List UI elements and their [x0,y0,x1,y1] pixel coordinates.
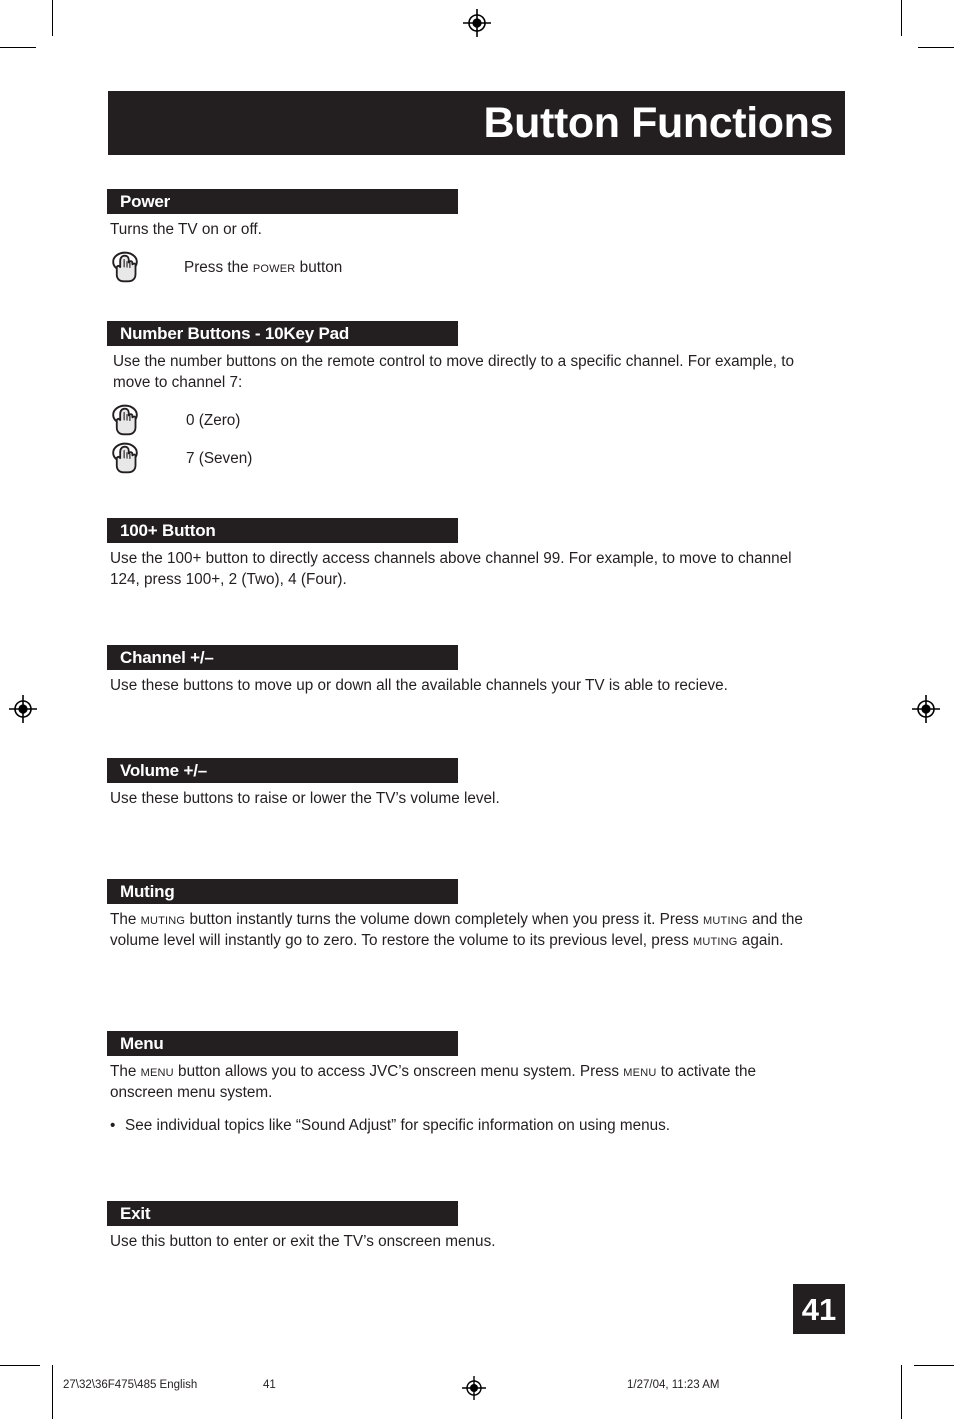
page-title: Button Functions [483,98,834,147]
press-row-seven: 7 (Seven) [110,439,954,477]
section-header-muting: Muting [107,879,458,904]
press-row-zero: 0 (Zero) [110,401,954,439]
page-number: 41 [801,1291,837,1327]
hand-press-icon [110,403,154,438]
section-body-power: Turns the TV on or off. [110,221,262,238]
section-number-buttons: Number Buttons - 10Key Pad Use the numbe… [0,321,954,477]
section-heading-label: Muting [120,882,175,901]
muting-keyword: Muting [703,911,748,928]
menu-keyword: Menu [623,1063,657,1080]
press-zero-label: 0 (Zero) [186,411,241,429]
section-menu: Menu The Menu button allows you to acces… [0,1031,954,1136]
section-heading-label: Channel +/– [120,648,214,667]
power-keyword: Power [252,258,296,276]
section-heading-label: Menu [120,1034,164,1053]
section-header-volume: Volume +/– [107,758,458,783]
muting-keyword: Muting [692,932,738,949]
manual-page: Button Functions Power Turns the TV on o… [0,0,954,1419]
section-exit: Exit Use this button to enter or exit th… [0,1201,954,1252]
section-power: Power Turns the TV on or off. Press the … [0,189,954,286]
page-title-banner: Button Functions [108,91,845,155]
section-hundred-plus-button: 100+ Button Use the 100+ button to direc… [0,518,954,590]
menu-bullet-text: See individual topics like “Sound Adjust… [125,1117,671,1134]
section-body-exit: Use this button to enter or exit the TV’… [110,1233,496,1250]
section-header-exit: Exit [107,1201,458,1226]
press-power-label: Press the Power button [184,258,343,276]
section-body-channel: Use these buttons to move up or down all… [110,677,728,694]
section-body-volume: Use these buttons to raise or lower the … [110,790,500,807]
section-header-hundred-plus: 100+ Button [107,518,458,543]
section-muting: Muting The Muting button instantly turns… [0,879,954,951]
section-heading-label: 100+ Button [120,521,216,540]
section-volume-plus-minus: Volume +/– Use these buttons to raise or… [0,758,954,809]
section-heading-label: Number Buttons - 10Key Pad [120,324,350,343]
footer-timestamp: 1/27/04, 11:23 AM [627,1379,720,1391]
hand-press-icon [110,250,154,285]
bullet-marker-icon: • [110,1117,116,1134]
menu-keyword: Menu [140,1063,174,1080]
page-number-badge: 41 [793,1284,845,1334]
section-body-number-buttons: Use the number buttons on the remote con… [113,353,795,391]
hand-press-icon [110,441,154,476]
section-heading-label: Exit [120,1204,151,1223]
section-header-channel: Channel +/– [107,645,458,670]
press-row-power: Press the Power button [110,248,954,286]
press-seven-label: 7 (Seven) [186,449,253,467]
section-body-hundred-plus: Use the 100+ button to directly access c… [110,550,792,588]
section-header-menu: Menu [107,1031,458,1056]
menu-bullet-item: • See individual topics like “Sound Adju… [110,1115,820,1136]
page-footer: 27\32\36F475\485 English 41 1/27/04, 11:… [0,1379,954,1399]
muting-keyword: Muting [140,911,186,928]
section-body-menu: The Menu button allows you to access JVC… [110,1063,756,1101]
section-channel-plus-minus: Channel +/– Use these buttons to move up… [0,645,954,696]
section-header-number-buttons: Number Buttons - 10Key Pad [107,321,458,346]
section-body-muting: The Muting button instantly turns the vo… [110,911,803,949]
footer-page-label: 41 [263,1379,276,1391]
section-heading-label: Volume +/– [120,761,207,780]
section-header-power: Power [107,189,458,214]
footer-file-label: 27\32\36F475\485 English [63,1379,198,1391]
section-heading-label: Power [120,192,171,211]
